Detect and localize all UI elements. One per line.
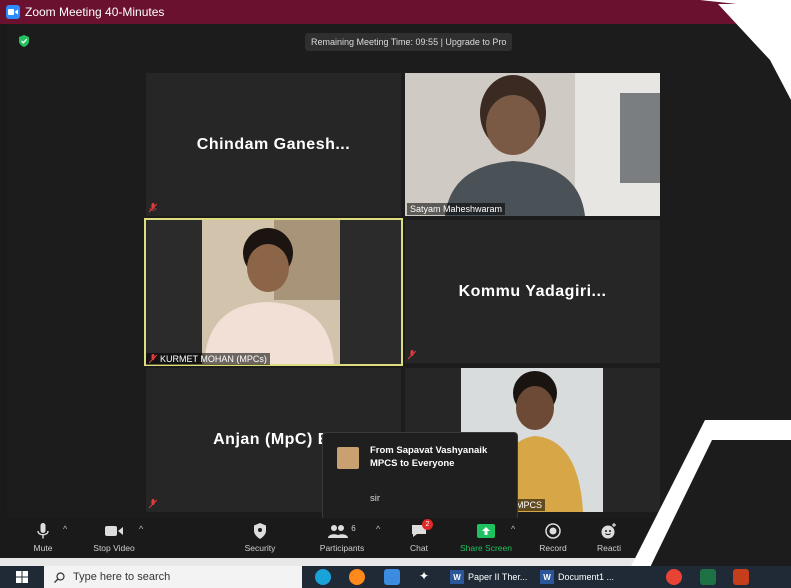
desktop-strip [0, 558, 791, 566]
mute-button[interactable]: Mute [31, 521, 55, 555]
mic-muted-icon [149, 354, 157, 364]
meeting-timer-text: Remaining Meeting Time: 09:55 | Upgrade … [311, 37, 507, 47]
participant-tile[interactable]: Kommu Yadagiri... [405, 220, 660, 363]
stop-video-label: Stop Video [93, 543, 135, 553]
word-icon: W [450, 570, 464, 584]
reactions-label: Reacti [596, 543, 622, 553]
record-label: Record [539, 543, 567, 553]
participant-video [405, 73, 660, 216]
participants-icon [328, 525, 349, 538]
active-speaker-tile[interactable]: KURMET MOHAN (MPCs) [144, 218, 403, 366]
chat-notification-popup[interactable]: From Sapavat Vashyanaik MPCS to Everyone… [322, 432, 518, 520]
dropbox-icon[interactable]: ✦ [416, 569, 432, 585]
mute-label: Mute [33, 543, 53, 553]
stop-video-button[interactable]: Stop Video [89, 521, 139, 555]
shield-icon [254, 523, 266, 539]
excel-icon[interactable] [700, 569, 716, 585]
share-screen-button[interactable]: Share Screen [457, 521, 515, 555]
avatar [337, 447, 359, 469]
meeting-area: Remaining Meeting Time: 09:55 | Upgrade … [7, 24, 791, 558]
security-shield-icon [19, 35, 29, 47]
share-screen-arrow-icon [477, 524, 495, 538]
mic-muted-icon [408, 350, 416, 360]
participant-tile[interactable]: Chindam Ganesh... [146, 73, 401, 216]
windows-taskbar: Type here to search ✦ W Paper II Ther... … [0, 566, 791, 588]
smiley-plus-icon [601, 523, 616, 539]
security-button[interactable]: Security [240, 521, 280, 555]
chat-label: Chat [410, 543, 428, 553]
participants-count: 6 [351, 523, 356, 533]
meeting-toolbar: Mute ^ Stop Video ^ Security 6 Participa… [7, 518, 791, 558]
chrome-icon[interactable] [666, 569, 682, 585]
participants-options-chevron-icon[interactable]: ^ [376, 524, 380, 534]
mic-muted-icon [149, 203, 157, 213]
participant-name: Kommu Yadagiri... [458, 282, 607, 300]
share-screen-label: Share Screen [460, 543, 512, 553]
chat-message: sir [370, 493, 381, 504]
taskbar-word-window[interactable]: W Paper II Ther... [450, 568, 527, 586]
participant-label: Satyam Maheshwaram [407, 203, 506, 215]
participant-video [202, 220, 340, 366]
participants-button[interactable]: 6 Participants [312, 521, 372, 555]
taskbar-word-window[interactable]: W Document1 ... [540, 568, 614, 586]
record-button[interactable]: Record [537, 521, 569, 555]
powerpoint-icon[interactable] [733, 569, 749, 585]
video-camera-icon [105, 526, 123, 536]
reactions-button[interactable]: Reacti [591, 521, 627, 555]
firefox-icon[interactable] [349, 569, 365, 585]
chat-unread-badge: 2 [422, 519, 433, 530]
taskbar-search-input[interactable]: Type here to search [44, 566, 302, 588]
participant-label: KURMET MOHAN (MPCs) [146, 353, 270, 365]
meeting-timer-banner[interactable]: Remaining Meeting Time: 09:55 | Upgrade … [305, 33, 513, 51]
mic-muted-icon [149, 499, 157, 509]
word-icon: W [540, 570, 554, 584]
windows-start-icon[interactable] [16, 571, 28, 583]
microphone-icon [37, 523, 49, 539]
search-icon [54, 571, 65, 583]
share-options-chevron-icon[interactable]: ^ [511, 524, 515, 534]
zoom-app-icon[interactable] [384, 569, 400, 585]
end-meeting-button[interactable]: E [744, 528, 791, 546]
end-label: E [764, 532, 771, 542]
window-title: Zoom Meeting 40-Minutes [25, 5, 165, 19]
task-label: Document1 ... [558, 572, 615, 582]
mute-options-chevron-icon[interactable]: ^ [63, 524, 67, 534]
edge-browser-icon[interactable] [315, 569, 331, 585]
security-label: Security [244, 543, 276, 553]
chat-button[interactable]: 2 Chat [407, 519, 433, 555]
chat-sender: From Sapavat Vashyanaik MPCS to Everyone [370, 445, 488, 469]
participant-name: Chindam Ganesh... [196, 135, 351, 153]
video-options-chevron-icon[interactable]: ^ [139, 524, 143, 534]
record-icon [545, 523, 561, 539]
participants-label: Participants [319, 543, 365, 553]
window-titlebar: Zoom Meeting 40-Minutes [0, 0, 791, 24]
search-placeholder: Type here to search [73, 571, 171, 583]
task-label: Paper II Ther... [468, 572, 528, 582]
participant-video-tile[interactable]: Satyam Maheshwaram [405, 73, 660, 216]
zoom-logo-icon [6, 5, 20, 19]
